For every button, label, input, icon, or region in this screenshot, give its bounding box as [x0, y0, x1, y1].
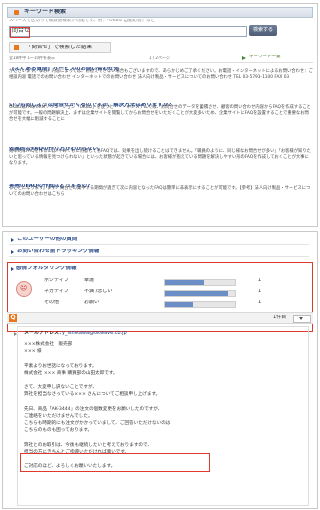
emotion-value: 不満 /悲しい [84, 289, 113, 294]
mail-index: 1件目 [273, 315, 287, 320]
emotion-row: ネガティブ 不満 /悲しい 1 [44, 288, 304, 297]
result-title[interactable]: 効率的なFAQの作り方がわからない。 [9, 147, 104, 153]
emotion-face-icon: ☹ [16, 281, 32, 297]
arrow-right-icon [11, 238, 14, 242]
mail-body: メールアドレス： y_ishikawa@okwave.co.jp ×××株式会社… [14, 326, 309, 506]
emotion-bar [164, 290, 236, 297]
result-title[interactable]: 【よくある質問】サービスのお問い合わせ先 [9, 67, 119, 73]
tab-bullet-icon [14, 45, 19, 50]
emotion-key: ポジティブ [44, 278, 69, 283]
mail-from-label: メールアドレス： [24, 331, 65, 336]
result-item: 実際のFAQの作成はどうするの? ることになります。まず、問合せの集中する期間が… [9, 184, 313, 198]
result-meta-bar: 全18件中 1～10件を表示 1 / 2ページ キーワード一覧 [9, 55, 313, 63]
emotion-key: ネガティブ [44, 289, 69, 294]
face-mark: ☹ [20, 285, 28, 292]
emotion-bar-fill [165, 280, 204, 285]
emotion-folder-title: 感情フォルダリング情報 [16, 266, 77, 271]
emotion-count: 1 [258, 289, 262, 294]
mail-from-address[interactable]: y_ishikawa@okwave.co.jp [62, 331, 127, 336]
emotion-key: その他 [44, 300, 60, 305]
mail-line: さて、大変申し訳ないことですが、 [24, 385, 98, 391]
emotion-value: 幸運 [84, 278, 95, 283]
result-count: 全18件中 1～10件を表示 [9, 56, 55, 60]
mail-line: こちらも時期的にも注文がかかっていまして、ご回答いただけないのは [24, 421, 171, 427]
mail-line: 先日、商品「AK-3444」の注文の個数変更をお願いしたのですが、 [24, 406, 163, 412]
mail-line: ご連絡をいただけませんでした。 [24, 414, 93, 419]
mail-line: 弊社を担当なさっている××× さんについてご相談申し上げます。 [24, 392, 161, 398]
emotion-row: ポジティブ 幸運 1 [44, 277, 304, 286]
section-tracking-info[interactable]: お問い合わせ前トラッキング情報 [9, 248, 309, 257]
emotion-row: その他 お願い 1 [44, 299, 304, 308]
mail-highlight-box [20, 453, 210, 472]
search-hint: スペースで区切って複数語検索が可能です。例：「OKBiz 自動応答」など [9, 19, 156, 23]
q-logo-icon: Q [9, 314, 17, 322]
search-input[interactable]: 問合せ [9, 26, 247, 38]
result-tab[interactable]: 「問合せ」で検索した結果 [9, 42, 111, 53]
arrow-right-icon [242, 56, 246, 60]
result-title[interactable]: 実際のFAQの作成はどうするの? [9, 184, 90, 190]
page-indicator: 1 / 2ページ [149, 56, 170, 60]
mail-line: こちらのものも困っております。 [24, 428, 93, 434]
emotion-bar-fill [165, 302, 193, 307]
result-item: 【よくある質問】サービスのお問い合わせ先 がございます。なお、内容によっては、お… [9, 67, 313, 81]
search-value-highlight [10, 27, 30, 38]
result-item: いつも同じような問合せがくるのですが、解決方法はありますか? OKBizはFAQ… [9, 103, 313, 124]
search-panel: キーワード検索 スペースで区切って複数語検索が可能です。例：「OKBiz 自動応… [2, 3, 318, 227]
screenshot-canvas: キーワード検索 スペースで区切って複数語検索が可能です。例：「OKBiz 自動応… [0, 0, 320, 510]
emotion-bar-fill [165, 291, 228, 296]
emotion-count: 1 [258, 278, 262, 283]
header-bullet-icon [14, 10, 19, 15]
emotion-bar [164, 279, 236, 286]
arrow-right-icon [11, 267, 14, 271]
section-other-questions[interactable]: このユーザーの他の質問 [9, 236, 309, 245]
section-label: このユーザーの他の質問 [17, 237, 78, 242]
emotion-bar [164, 301, 236, 308]
header-title: キーワード検索 [24, 9, 67, 15]
result-tab-label: 「問合せ」で検索した結果 [26, 45, 93, 50]
result-item: 効率的なFAQの作り方がわからない。 効率的なFAQを作るには?やみくもに用意し… [9, 147, 313, 168]
keyword-list-link[interactable]: キーワード一覧 [249, 55, 281, 60]
mail-page-select[interactable] [293, 315, 311, 323]
chevron-down-icon [299, 317, 303, 320]
emotion-value: お願い [84, 300, 100, 305]
mail-line: 平素よりお世話になっております。 [24, 363, 97, 369]
arrow-right-icon [14, 332, 17, 336]
mail-line: ××× 様 [24, 349, 42, 355]
mail-line: 株式会社 ××× 商事 購買部の山田太郎です。 [24, 370, 118, 376]
result-title[interactable]: いつも同じような問合せがくるのですが、解決方法はありますか? [9, 103, 171, 109]
section-label: お問い合わせ前トラッキング情報 [17, 249, 100, 254]
emotion-count: 1 [258, 300, 262, 305]
arrow-right-icon [11, 250, 14, 254]
mail-toolbar: Q 1件目 [7, 312, 313, 324]
keyword-search-header: キーワード検索 [7, 7, 313, 18]
inquiry-panel: このユーザーの他の質問 お問い合わせ前トラッキング情報 感情フォルダリング情報 … [2, 231, 318, 509]
mail-line: 弊社とのお取引は、今後も継続したいと考えておりますので、 [24, 442, 153, 448]
search-button[interactable]: 検索する [249, 25, 277, 36]
mail-line: ×××株式会社 販売部 [24, 342, 73, 347]
